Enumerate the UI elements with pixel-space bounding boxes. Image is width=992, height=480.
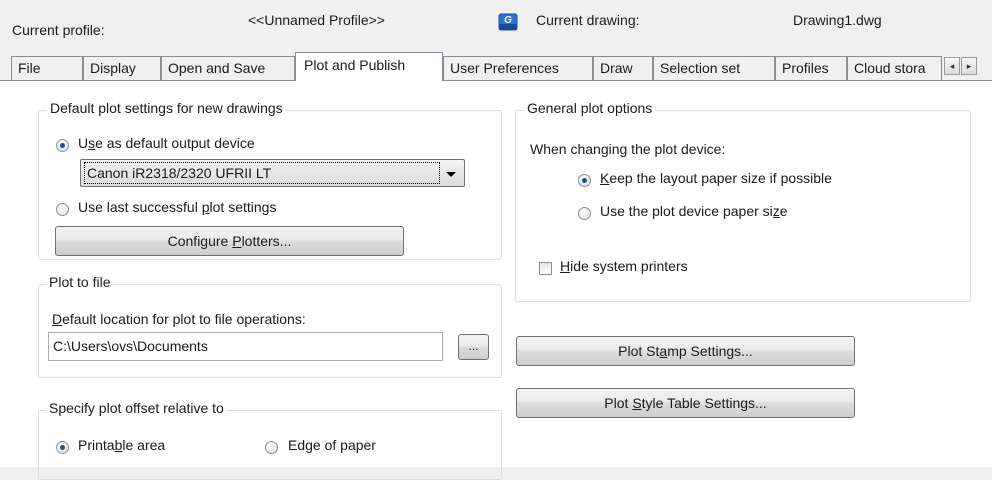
browse-location-button[interactable]: ... xyxy=(458,334,489,360)
tab-plot-and-publish[interactable]: Plot and Publish xyxy=(295,52,443,81)
use-default-output-label: Use as default output device xyxy=(78,135,255,151)
printable-area-label: Printable area xyxy=(78,437,166,453)
default-plot-settings-title: Default plot settings for new drawings xyxy=(47,100,286,116)
tab-draw[interactable]: Draw xyxy=(593,56,653,80)
tab-scroll-right-icon[interactable]: ▸ xyxy=(961,57,977,75)
tab-file[interactable]: File xyxy=(11,56,83,80)
configure-plotters-button[interactable]: Configure Plotters... xyxy=(55,226,404,256)
general-plot-options-title: General plot options xyxy=(524,100,656,116)
current-drawing-value: Drawing1.dwg xyxy=(793,12,882,28)
output-device-select[interactable]: Canon iR2318/2320 UFRII LT xyxy=(80,159,465,187)
plot-to-file-group xyxy=(38,284,502,378)
plot-offset-title: Specify plot offset relative to xyxy=(46,400,227,416)
plot-style-table-settings-button[interactable]: Plot Style Table Settings... xyxy=(516,388,855,418)
use-device-paper-radio[interactable] xyxy=(578,207,591,220)
use-default-output-radio[interactable] xyxy=(56,139,69,152)
plot-to-file-title: Plot to file xyxy=(46,274,114,290)
svg-text:G: G xyxy=(504,15,512,26)
plot-file-location-input[interactable]: C:\Users\ovs\Documents xyxy=(48,332,443,361)
use-last-successful-radio[interactable] xyxy=(56,203,69,216)
printable-area-radio[interactable] xyxy=(56,441,69,454)
output-device-value: Canon iR2318/2320 UFRII LT xyxy=(84,162,440,184)
dwg-file-icon: G xyxy=(498,13,518,31)
use-device-paper-label: Use the plot device paper size xyxy=(600,203,788,219)
tab-open-and-save[interactable]: Open and Save xyxy=(161,56,295,80)
tab-cloud-storage[interactable]: Cloud stora xyxy=(847,56,942,80)
tab-scroll-left-icon[interactable]: ◂ xyxy=(944,57,960,75)
keep-layout-paper-label: Keep the layout paper size if possible xyxy=(600,170,832,186)
current-drawing-label: Current drawing: xyxy=(536,12,640,28)
current-profile-value: <<Unnamed Profile>> xyxy=(248,12,385,28)
tab-profiles[interactable]: Profiles xyxy=(775,56,847,80)
use-last-successful-label: Use last successful plot settings xyxy=(78,199,277,215)
tab-display[interactable]: Display xyxy=(83,56,161,80)
current-profile-label: Current profile: xyxy=(12,22,105,38)
edge-of-paper-radio[interactable] xyxy=(265,441,278,454)
chevron-down-icon xyxy=(446,172,456,177)
hide-system-printers-checkbox[interactable] xyxy=(539,262,552,275)
tab-user-preferences[interactable]: User Preferences xyxy=(443,56,593,80)
tab-selection-set[interactable]: Selection set xyxy=(653,56,775,80)
default-location-label: Default location for plot to file operat… xyxy=(52,311,306,327)
when-changing-device-label: When changing the plot device: xyxy=(530,141,726,157)
edge-of-paper-label: Edge of paper xyxy=(288,437,376,453)
hide-system-printers-label: Hide system printers xyxy=(560,258,688,274)
plot-stamp-settings-button[interactable]: Plot Stamp Settings... xyxy=(516,336,855,366)
keep-layout-paper-radio[interactable] xyxy=(578,174,591,187)
